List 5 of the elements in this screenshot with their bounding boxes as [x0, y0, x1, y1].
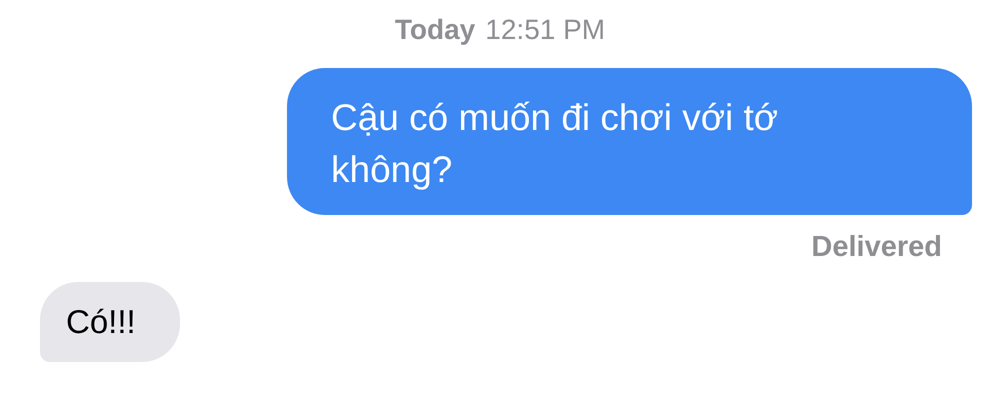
- message-bubble: Có!!!: [40, 282, 180, 362]
- delivery-status: Delivered: [810, 231, 943, 264]
- message-bubble: Cậu có muốn đi chơi với tớ không?: [287, 68, 972, 215]
- timestamp-time: 12:51 PM: [485, 14, 606, 46]
- timestamp-day: Today: [394, 14, 476, 46]
